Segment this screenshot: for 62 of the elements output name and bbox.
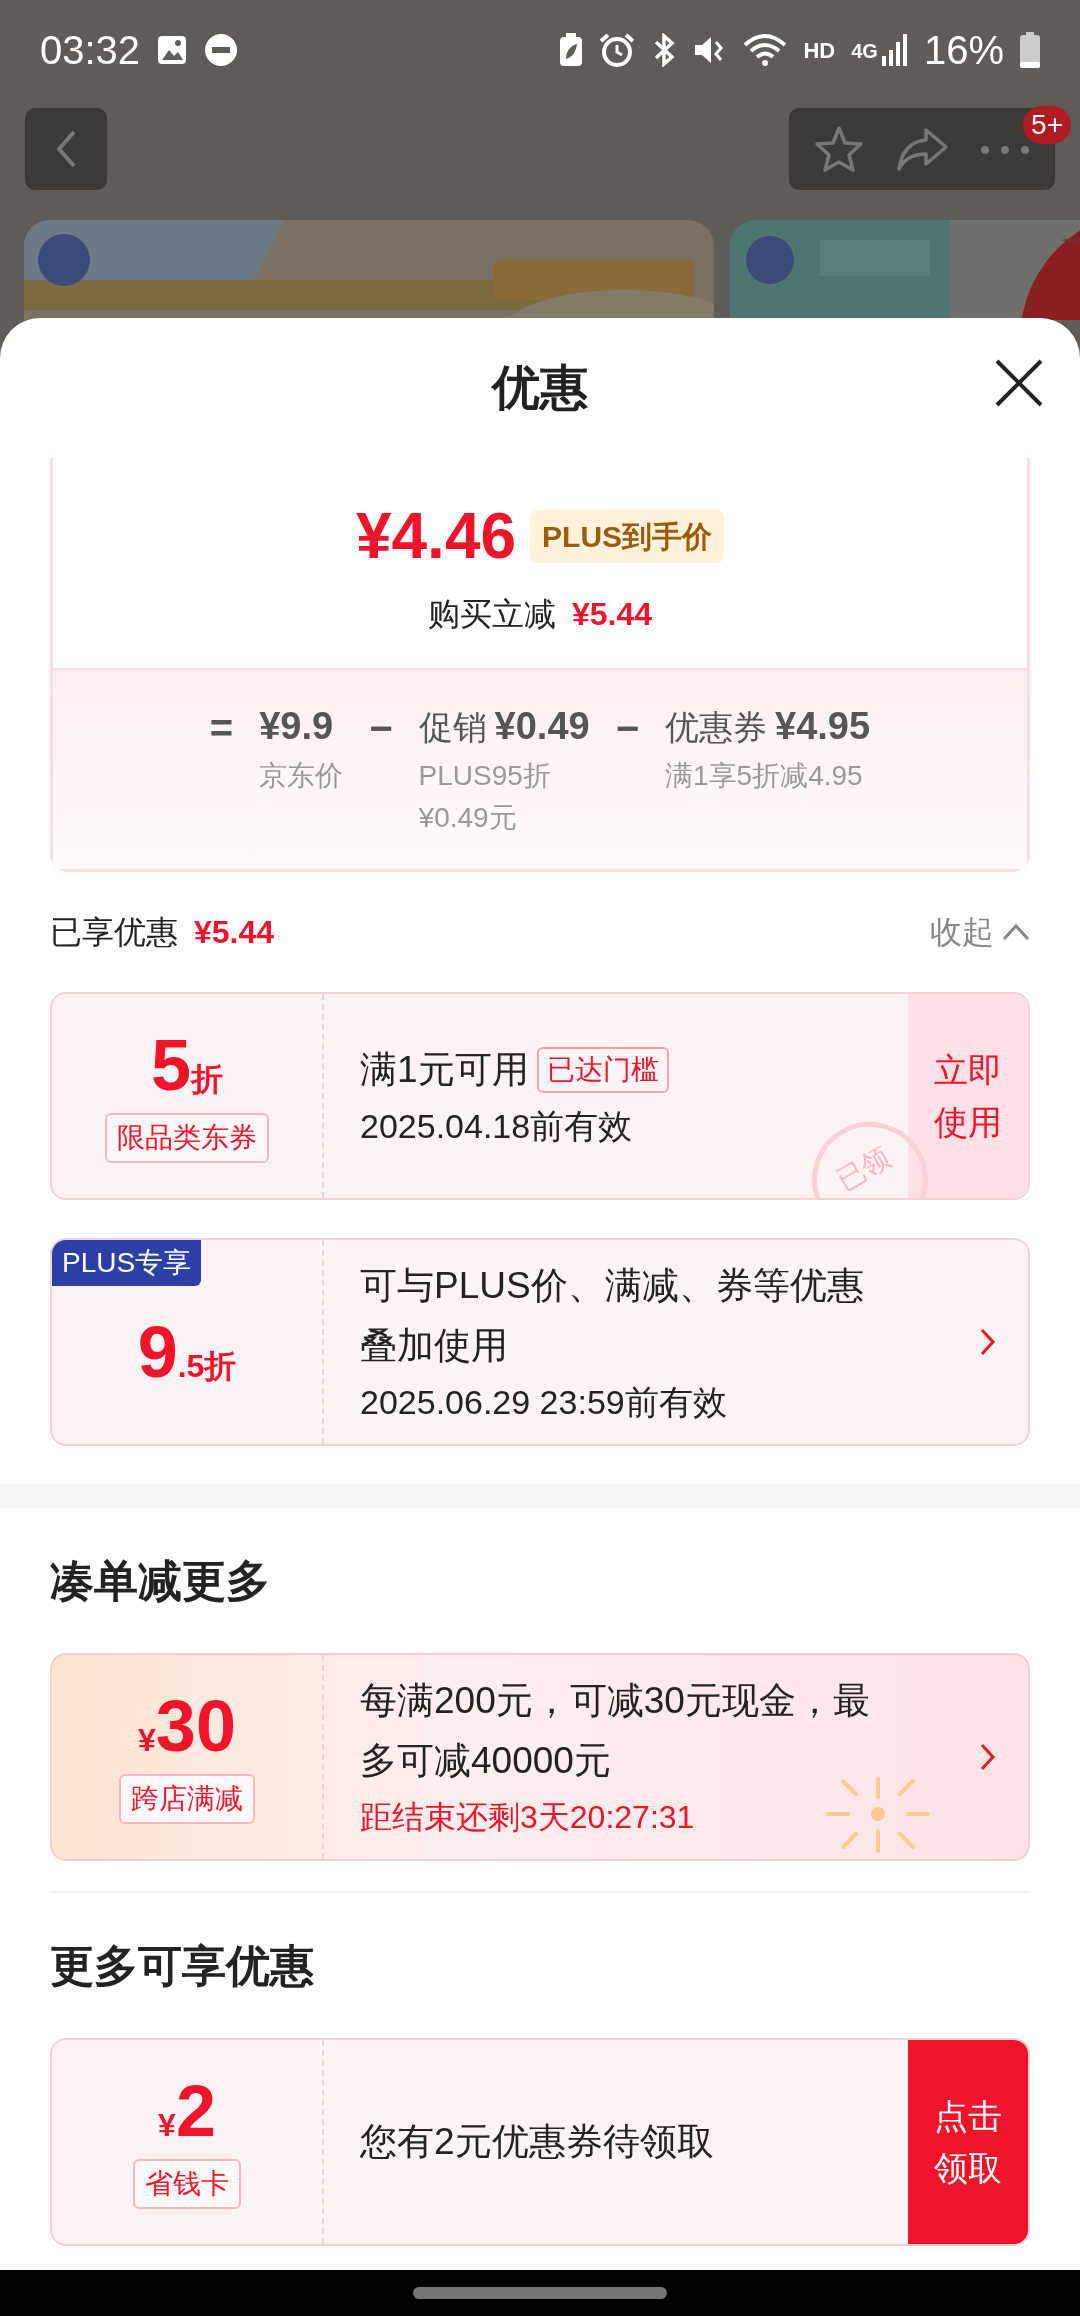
saving-amount: ¥5.44 (571, 595, 653, 634)
more-icon (980, 144, 1030, 155)
battery-icon (1020, 32, 1040, 68)
coupon-tag: 跨店满减 (119, 1774, 255, 1824)
back-button[interactable] (25, 108, 107, 190)
enjoyed-label: 已享优惠 (50, 913, 178, 952)
price-component-amount: ¥4.95 (775, 704, 871, 749)
validity-text: 2025.04.18前有效 (360, 1106, 634, 1147)
countdown-text: 距结束还剩3天20:27:31 (360, 1798, 696, 1837)
coupon-description: 可与PLUS价、满减、券等优惠叠加使用 (360, 1264, 865, 1368)
coupon-value: ¥2 (158, 2075, 216, 2147)
alarm-icon (599, 33, 636, 67)
coupon-description: 每满200元，可减30元现金，最多可减40000元 (360, 1679, 871, 1783)
operator-text: = (209, 705, 234, 752)
notification-badge: 5+ (1023, 106, 1071, 144)
price-component-note: ¥0.49元 (418, 801, 518, 835)
coupon-description: 满1元可用 (360, 1048, 529, 1092)
coupon-tag: 省钱卡 (133, 2159, 241, 2209)
close-button[interactable] (994, 358, 1044, 408)
threshold-badge: 已达门槛 (536, 1047, 669, 1093)
network-label: 4G (851, 39, 878, 64)
use-button[interactable]: 立即使用 (908, 994, 1028, 1198)
saving-label: 购买立减 (427, 595, 556, 634)
star-icon (814, 125, 864, 173)
coupon-value: 5折 (150, 1029, 223, 1101)
operator-text: − (615, 705, 640, 752)
close-icon (994, 358, 1044, 408)
enjoyed-amount: ¥5.44 (194, 913, 275, 952)
battery-text: 16% (923, 27, 1004, 74)
clock-text: 03:32 (40, 27, 141, 74)
coupon-tag: 限品类东券 (105, 1113, 269, 1163)
price-text: ¥4.46 (355, 499, 517, 574)
chevron-up-icon (1002, 923, 1030, 941)
wifi-icon (743, 33, 788, 67)
do-not-disturb-icon (204, 33, 239, 67)
network-label: HD (803, 36, 836, 65)
sheet-title: 优惠 (492, 360, 588, 416)
section-title: 凑单减更多 (50, 1554, 270, 1607)
price-component-note: PLUS95折 (418, 759, 552, 793)
share-icon (896, 127, 948, 171)
price-component-label: 优惠券 (665, 707, 768, 748)
coupon-value: 9.5折 (137, 1316, 237, 1388)
signal-icon (881, 34, 908, 66)
collapse-toggle[interactable]: 收起 (930, 908, 1030, 956)
operator-text: − (369, 705, 393, 752)
price-component-label: 促销 (418, 707, 487, 748)
price-component-note: 京东价 (259, 759, 344, 793)
coupon-value: ¥30 (138, 1690, 236, 1762)
coupon-description: 您有2元优惠券待领取 (360, 2120, 715, 2164)
back-icon (54, 129, 78, 169)
chevron-right-icon[interactable] (980, 1328, 996, 1356)
price-component-amount: ¥9.9 (259, 704, 334, 749)
price-component-note: 满1享5折减4.95 (665, 759, 864, 793)
image-icon (156, 34, 189, 66)
price-tag: PLUS到手价 (530, 509, 725, 563)
chevron-right-icon[interactable] (980, 1743, 996, 1771)
section-title: 更多可享优惠 (50, 1939, 314, 1992)
price-component-amount: ¥0.49 (494, 704, 590, 749)
battery-saver-icon (559, 33, 584, 67)
validity-text: 2025.06.29 23:59前有效 (360, 1382, 728, 1423)
plus-ribbon: PLUS专享 (52, 1240, 202, 1286)
claim-button[interactable]: 点击领取 (908, 2040, 1028, 2244)
